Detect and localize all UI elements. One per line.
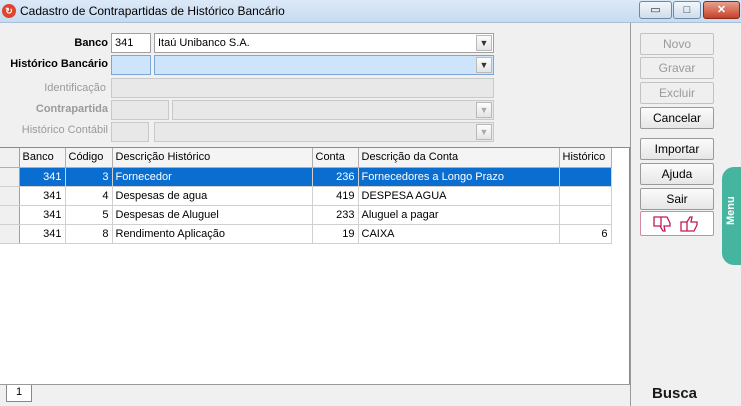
historico-contabil-code-field (111, 122, 149, 142)
cell-descricao[interactable]: Despesas de Aluguel (112, 205, 313, 225)
minimize-button[interactable]: ▭ (639, 1, 672, 19)
table-row[interactable]: 341 4 Despesas de agua 419 DESPESA AGUA (0, 186, 612, 206)
ajuda-button[interactable]: Ajuda (640, 163, 714, 185)
row-indicator[interactable] (0, 167, 20, 187)
cell-banco[interactable]: 341 (19, 224, 66, 244)
identificacao-label: Identificação (44, 82, 106, 94)
records-grid[interactable]: Banco Código Descrição Histórico Conta D… (0, 147, 630, 384)
feedback-box (640, 211, 714, 236)
cell-codigo[interactable]: 3 (65, 167, 113, 187)
banco-name-value: Itaú Unibanco S.A. (158, 37, 250, 49)
column-header-historico[interactable]: Histórico (559, 148, 612, 168)
cell-historico[interactable] (559, 205, 612, 225)
cell-descricao[interactable]: Despesas de agua (112, 186, 313, 206)
table-row[interactable]: 341 5 Despesas de Aluguel 233 Aluguel a … (0, 205, 612, 225)
menu-tab[interactable]: Menu (722, 167, 741, 265)
cancelar-button[interactable]: Cancelar (640, 107, 714, 129)
table-row[interactable]: 341 3 Fornecedor 236 Fornecedores a Long… (0, 167, 612, 187)
table-row[interactable]: 341 8 Rendimento Aplicação 19 CAIXA 6 (0, 224, 612, 244)
column-header-conta[interactable]: Conta (312, 148, 359, 168)
column-header-banco[interactable]: Banco (19, 148, 66, 168)
cell-descricao[interactable]: Rendimento Aplicação (112, 224, 313, 244)
cell-conta[interactable]: 19 (312, 224, 359, 244)
app-logo-icon: ↻ (2, 4, 16, 18)
historico-code-field[interactable] (111, 55, 151, 75)
gravar-button[interactable]: Gravar (640, 57, 714, 79)
thumbs-down-icon[interactable] (652, 215, 672, 233)
cell-codigo[interactable]: 5 (65, 205, 113, 225)
contrapartida-label: Contrapartida (35, 103, 108, 115)
historico-contabil-select: ▼ (154, 122, 494, 142)
cell-conta[interactable]: 419 (312, 186, 359, 206)
cell-descricao-conta[interactable]: Fornecedores a Longo Prazo (358, 167, 560, 187)
column-header-codigo[interactable]: Código (65, 148, 113, 168)
row-indicator-header (0, 148, 20, 168)
window-title: Cadastro de Contrapartidas de Histórico … (20, 4, 285, 18)
cell-banco[interactable]: 341 (19, 205, 66, 225)
cell-descricao-conta[interactable]: CAIXA (358, 224, 560, 244)
sair-button[interactable]: Sair (640, 188, 714, 210)
historico-contabil-label: Histórico Contábil (21, 124, 108, 136)
cell-historico[interactable] (559, 167, 612, 187)
close-button[interactable]: ✕ (703, 1, 740, 19)
contrapartida-code-field (111, 100, 169, 120)
chevron-down-icon: ▼ (476, 102, 492, 118)
cell-codigo[interactable]: 8 (65, 224, 113, 244)
busca-label[interactable]: Busca (652, 385, 697, 402)
historico-name-select[interactable]: ▼ (154, 55, 494, 75)
identificacao-field (111, 78, 494, 98)
banco-label: Banco (74, 37, 108, 49)
chevron-down-icon[interactable]: ▼ (476, 35, 492, 51)
title-bar: ↻ Cadastro de Contrapartidas de Históric… (0, 0, 741, 23)
excluir-button[interactable]: Excluir (640, 82, 714, 104)
chevron-down-icon[interactable]: ▼ (476, 57, 492, 73)
cell-banco[interactable]: 341 (19, 167, 66, 187)
cell-banco[interactable]: 341 (19, 186, 66, 206)
historico-label: Histórico Bancário (10, 58, 108, 70)
row-indicator[interactable] (0, 205, 20, 225)
banco-name-select[interactable]: Itaú Unibanco S.A. ▼ (154, 33, 494, 53)
cell-historico[interactable]: 6 (559, 224, 612, 244)
importar-button[interactable]: Importar (640, 138, 714, 160)
panel-divider (630, 23, 631, 406)
cell-descricao-conta[interactable]: Aluguel a pagar (358, 205, 560, 225)
novo-button[interactable]: Novo (640, 33, 714, 55)
grid-header-row: Banco Código Descrição Histórico Conta D… (0, 148, 612, 168)
column-header-descricao-conta[interactable]: Descrição da Conta (358, 148, 560, 168)
menu-tab-label: Menu (725, 196, 737, 225)
cell-codigo[interactable]: 4 (65, 186, 113, 206)
row-indicator[interactable] (0, 224, 20, 244)
maximize-button[interactable]: □ (673, 1, 701, 19)
banco-code-field[interactable]: 341 (111, 33, 151, 53)
cell-descricao-conta[interactable]: DESPESA AGUA (358, 186, 560, 206)
page-tab-1[interactable]: 1 (6, 385, 32, 402)
column-header-descricao[interactable]: Descrição Histórico (112, 148, 313, 168)
page-tab-bar: 1 (0, 384, 630, 406)
chevron-down-icon: ▼ (476, 124, 492, 140)
cell-conta[interactable]: 233 (312, 205, 359, 225)
cell-descricao[interactable]: Fornecedor (112, 167, 313, 187)
cell-conta[interactable]: 236 (312, 167, 359, 187)
cell-historico[interactable] (559, 186, 612, 206)
row-indicator[interactable] (0, 186, 20, 206)
contrapartida-select: ▼ (172, 100, 494, 120)
thumbs-up-icon[interactable] (679, 215, 699, 233)
